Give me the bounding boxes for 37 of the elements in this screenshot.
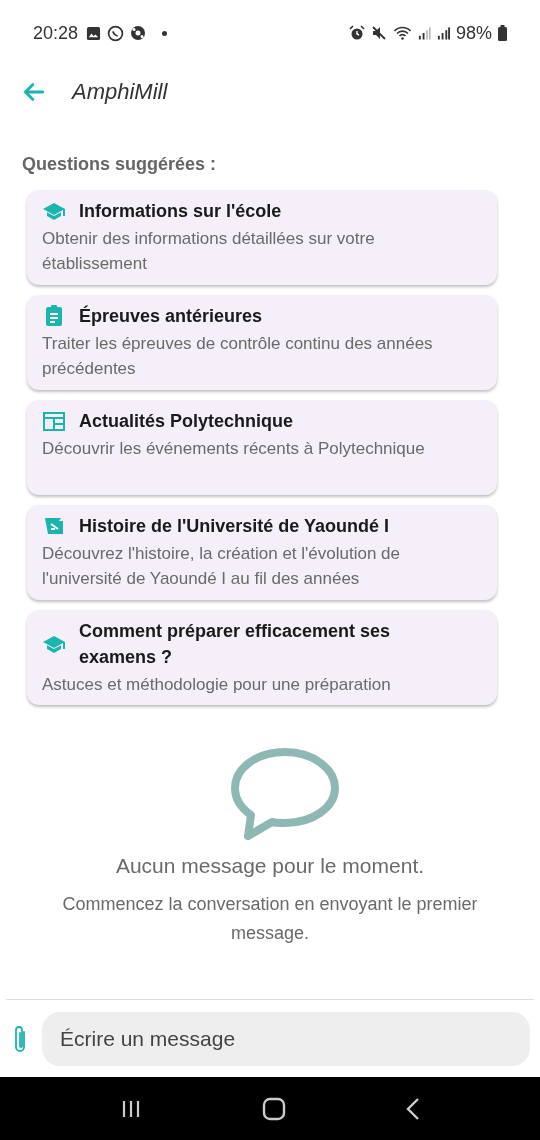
suggestion-description: Découvrir les événements récents à Polytechnique	[42, 438, 426, 460]
suggestion-description: Astuces et méthodologie pour une préparation	[42, 674, 392, 696]
image-icon	[86, 25, 102, 41]
suggestion-title: Épreuves antérieures	[79, 304, 263, 328]
suggestion-description: Obtenir des informations détaillées sur votre établissement	[42, 228, 376, 275]
notification-dot-icon	[162, 30, 168, 36]
message-input[interactable]: Écrire un message	[42, 1011, 530, 1066]
back-icon[interactable]	[406, 1096, 420, 1121]
empty-state-subtitle: Commencez la conversation en envoyant le premier message.	[61, 893, 479, 945]
battery-icon	[498, 25, 507, 41]
suggestion-card[interactable]: Actualités Polytechnique Découvrir les événements récents à Polytechnique	[27, 400, 497, 495]
chat-icon	[107, 24, 125, 42]
suggestion-title: Comment préparer efficacement ses examens ?	[79, 620, 392, 669]
suggestion-card[interactable]: Comment préparer efficacement ses examens ? Astuces et méthodologie pour une préparation	[27, 610, 497, 705]
signal-icon	[436, 25, 450, 41]
ball-icon	[130, 25, 147, 41]
empty-state-title: Aucun message pour le moment.	[115, 854, 425, 878]
alarm-icon	[348, 25, 365, 41]
mute-icon	[370, 25, 387, 41]
home-icon[interactable]	[262, 1096, 286, 1121]
status-time: 20:28	[33, 22, 79, 44]
suggestion-title: Actualités Polytechnique	[79, 410, 294, 433]
suggestion-card[interactable]: Épreuves antérieures Traiter les épreuves de contrôle continu des années précédentes	[27, 295, 497, 390]
wifi-icon	[392, 25, 412, 41]
signal-icon	[417, 25, 431, 41]
suggestion-description: Découvrez l'histoire, la création et l'évolution de l'université de Yaoundé I au fil des années	[42, 543, 401, 590]
suggestion-title: Informations sur l'école	[79, 200, 282, 223]
speech-bubble-icon	[230, 748, 340, 840]
section-title: Questions suggérées :	[22, 154, 218, 176]
battery-level: 98%	[455, 22, 492, 44]
attach-button[interactable]	[14, 1023, 28, 1054]
app-title: AmphiMill	[72, 79, 168, 105]
suggestion-card[interactable]: Histoire de l'Université de Yaoundé I Découvrez l'histoire, la création et l'évolution de l'université de Yaoundé I au fil des années	[27, 505, 497, 600]
suggestion-title: Histoire de l'Université de Yaoundé I	[79, 515, 390, 538]
newspaper-icon	[42, 409, 66, 433]
suggestion-description: Traiter les épreuves de contrôle continu des années précédentes	[42, 333, 434, 380]
suggestion-card[interactable]: Informations sur l'école Obtenir des informations détaillées sur votre établissement	[27, 190, 497, 285]
